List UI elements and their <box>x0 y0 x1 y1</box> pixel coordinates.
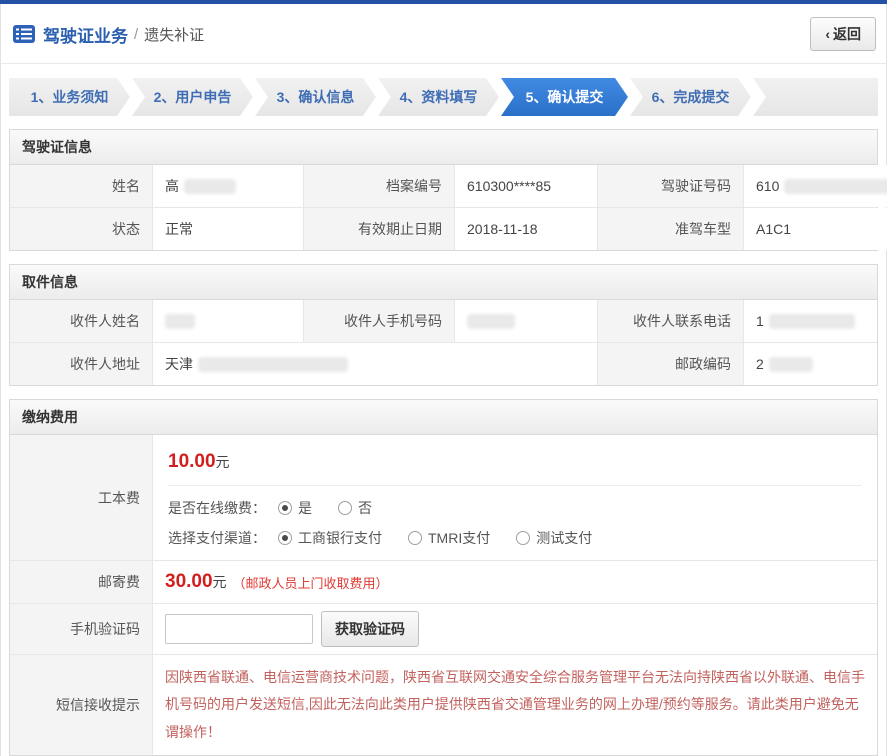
step-6-complete-submit: 6、完成提交 <box>630 78 751 116</box>
fee-unit: 元 <box>216 454 230 470</box>
sms-notice-label: 短信接收提示 <box>10 655 152 755</box>
license-no-label: 驾驶证号码 <box>598 165 743 207</box>
status-value: 正常 <box>153 208 303 250</box>
recipient-phone-value: 1 <box>744 300 877 342</box>
page: 驾驶证业务 / 遗失补证 ‹返回 1、业务须知 2、用户申告 3、确认信息 4、… <box>0 4 887 756</box>
recipient-mobile-label: 收件人手机号码 <box>304 300 454 342</box>
chevron-left-icon: ‹ <box>825 26 830 42</box>
postage-fee-note: （邮政人员上门收取费用） <box>233 573 389 592</box>
sms-notice-cell: 因陕西省联通、电信运营商技术问题，陕西省互联网交通安全综合服务管理平台无法向持陕… <box>153 655 877 755</box>
recipient-name-label: 收件人姓名 <box>10 300 152 342</box>
status-label: 状态 <box>10 208 152 250</box>
file-no-label: 档案编号 <box>304 165 454 207</box>
fee-unit: 元 <box>213 572 227 592</box>
step-1-business-notice: 1、业务须知 <box>9 78 130 116</box>
redacted-recipient-address <box>198 357 348 372</box>
online-pay-option-no[interactable]: 否 <box>338 498 372 518</box>
radio-checked-icon[interactable] <box>278 531 292 545</box>
postage-fee-cell: 30.00元 （邮政人员上门收取费用） <box>153 561 877 603</box>
sms-notice-text: 因陕西省联通、电信运营商技术问题，陕西省互联网交通安全综合服务管理平台无法向持陕… <box>153 655 877 755</box>
step-2-user-declaration: 2、用户申告 <box>132 78 253 116</box>
channel-option-tmri[interactable]: TMRI支付 <box>408 528 490 548</box>
channel-option-icbc[interactable]: 工商银行支付 <box>278 528 382 548</box>
redacted-recipient-phone <box>769 314 855 329</box>
form-list-icon <box>13 25 35 43</box>
expiry-value: 2018-11-18 <box>455 208 597 250</box>
channel-option-test[interactable]: 测试支付 <box>516 528 592 548</box>
radio-checked-icon[interactable] <box>278 501 292 515</box>
step-4-fill-data: 4、资料填写 <box>378 78 499 116</box>
pickup-info-section: 取件信息 收件人姓名 收件人手机号码 收件人联系电话 1 收件人地址 天津 邮政… <box>9 264 878 386</box>
name-value: 高 <box>153 165 303 207</box>
pickup-info-title: 取件信息 <box>10 265 877 300</box>
channel-question: 选择支付渠道： <box>168 528 266 548</box>
vehicle-class-label: 准驾车型 <box>598 208 743 250</box>
header: 驾驶证业务 / 遗失补证 ‹返回 <box>1 4 886 64</box>
license-info-title: 驾驶证信息 <box>10 130 877 165</box>
step-bar-filler <box>753 78 878 116</box>
back-button[interactable]: ‹返回 <box>810 17 876 51</box>
recipient-address-label: 收件人地址 <box>10 343 152 385</box>
production-fee-amount: 10.00 <box>168 451 216 472</box>
sms-code-label: 手机验证码 <box>10 604 152 654</box>
vehicle-class-value: A1C1 <box>744 208 887 250</box>
name-label: 姓名 <box>10 165 152 207</box>
page-title: 驾驶证业务 <box>43 22 128 47</box>
get-code-button[interactable]: 获取验证码 <box>321 611 419 647</box>
recipient-mobile-value <box>455 300 597 342</box>
payment-section: 缴纳费用 工本费 10.00元 是否在线缴费： 是 否 选择支付渠道： 工商银行… <box>9 399 878 756</box>
postcode-value: 2 <box>744 343 877 385</box>
redacted-license-no <box>784 179 887 194</box>
redacted-recipient-mobile <box>467 314 515 329</box>
online-pay-question: 是否在线缴费： <box>168 498 266 518</box>
sms-code-input[interactable] <box>165 614 313 644</box>
radio-unchecked-icon[interactable] <box>338 501 352 515</box>
postage-fee-label: 邮寄费 <box>10 561 152 603</box>
license-no-value: 610 <box>744 165 887 207</box>
recipient-name-value <box>153 300 303 342</box>
back-button-label: 返回 <box>833 26 861 42</box>
recipient-address-value: 天津 <box>153 343 597 385</box>
online-pay-option-yes[interactable]: 是 <box>278 498 312 518</box>
production-fee-label: 工本费 <box>10 435 152 560</box>
recipient-phone-label: 收件人联系电话 <box>598 300 743 342</box>
step-wizard: 1、业务须知 2、用户申告 3、确认信息 4、资料填写 5、确认提交 6、完成提… <box>9 78 878 116</box>
radio-unchecked-icon[interactable] <box>516 531 530 545</box>
postage-fee-amount: 30.00 <box>165 571 213 593</box>
sms-code-cell: 获取验证码 <box>153 604 877 654</box>
breadcrumb-current: 遗失补证 <box>144 24 204 45</box>
step-3-confirm-info: 3、确认信息 <box>255 78 376 116</box>
redacted-recipient-name <box>165 314 195 329</box>
payment-title: 缴纳费用 <box>10 400 877 435</box>
redacted-postcode <box>769 357 813 372</box>
license-info-section: 驾驶证信息 姓名 高 档案编号 610300****85 驾驶证号码 610 状… <box>9 129 878 251</box>
radio-unchecked-icon[interactable] <box>408 531 422 545</box>
expiry-label: 有效期止日期 <box>304 208 454 250</box>
step-5-confirm-submit: 5、确认提交 <box>501 78 628 116</box>
production-fee-cell: 10.00元 是否在线缴费： 是 否 选择支付渠道： 工商银行支付 TMRI支付… <box>153 435 877 560</box>
redacted-name <box>184 179 236 194</box>
breadcrumb-separator: / <box>134 26 138 43</box>
postcode-label: 邮政编码 <box>598 343 743 385</box>
file-no-value: 610300****85 <box>455 165 597 207</box>
